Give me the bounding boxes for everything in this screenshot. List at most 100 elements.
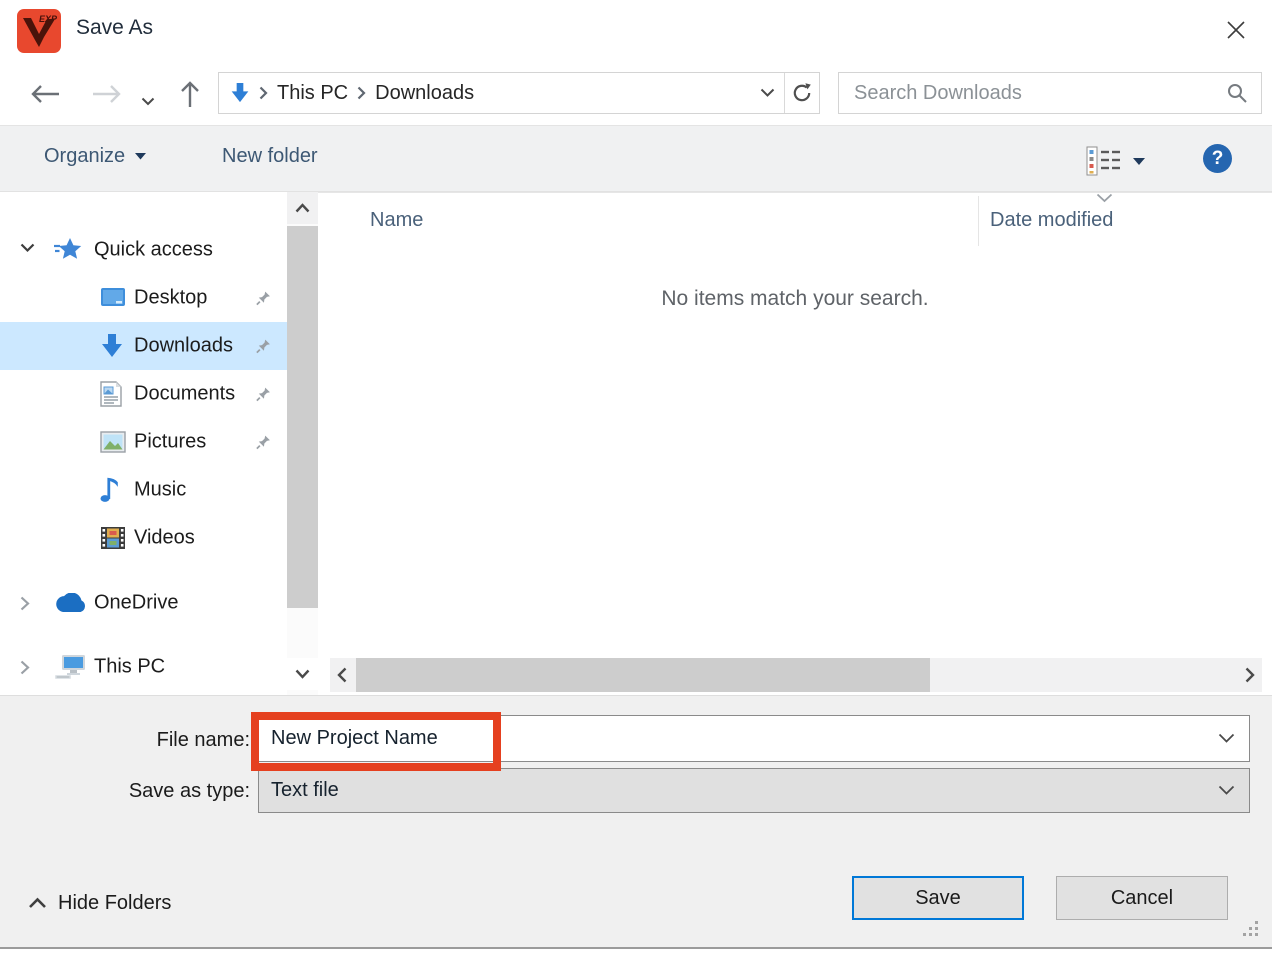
back-button[interactable]	[27, 81, 63, 107]
quick-access-star-icon	[54, 237, 82, 263]
save-form-panel: File name: Save as type: Text file Hide …	[0, 695, 1272, 948]
sidebar-item-this-pc[interactable]: This PC	[0, 643, 287, 691]
chevron-right-icon	[20, 660, 30, 675]
details-view-icon	[1086, 146, 1122, 176]
sidebar-item-label: Videos	[134, 527, 195, 550]
save-as-type-select[interactable]: Text file	[258, 768, 1250, 813]
save-button[interactable]: Save	[852, 876, 1024, 920]
sidebar-item-pictures[interactable]: Pictures	[0, 418, 287, 466]
pin-icon	[256, 339, 271, 354]
column-divider[interactable]	[978, 196, 979, 246]
pin-icon	[256, 435, 271, 450]
resize-grip[interactable]	[1242, 920, 1259, 937]
column-header-date-modified[interactable]: Date modified	[990, 209, 1113, 232]
desktop-icon	[100, 287, 126, 309]
scrollbar-thumb[interactable]	[287, 226, 318, 608]
scroll-right-button[interactable]	[1238, 658, 1262, 692]
change-view-button[interactable]	[1086, 146, 1122, 176]
sidebar-item-desktop[interactable]: Desktop	[0, 274, 287, 322]
downloads-folder-icon	[230, 82, 250, 104]
new-folder-button[interactable]: New folder	[222, 145, 318, 168]
sidebar-item-label: Documents	[134, 383, 235, 406]
chevron-down-icon	[141, 97, 155, 106]
search-input[interactable]	[839, 82, 1226, 105]
view-options-caret[interactable]	[1133, 158, 1145, 166]
file-name-input[interactable]	[259, 727, 1218, 750]
hide-folders-label: Hide Folders	[58, 892, 171, 915]
caret-down-icon	[1133, 158, 1145, 166]
horizontal-scrollbar[interactable]	[330, 658, 1262, 692]
organize-button[interactable]: Organize	[44, 145, 146, 168]
refresh-icon	[791, 82, 813, 104]
window-bottom-edge	[0, 947, 1272, 949]
organize-label: Organize	[44, 145, 125, 168]
scrollbar-thumb[interactable]	[356, 658, 930, 692]
forward-button[interactable]	[89, 81, 125, 107]
sidebar-item-quick-access[interactable]: Quick access	[0, 226, 287, 274]
recent-locations-button[interactable]	[136, 88, 160, 114]
breadcrumb-this-pc[interactable]: This PC	[277, 82, 348, 105]
chevron-down-icon[interactable]	[1218, 733, 1235, 744]
chevron-up-icon	[28, 897, 47, 909]
close-icon	[1224, 18, 1248, 42]
caret-down-icon	[135, 153, 146, 160]
sidebar-item-label: Music	[134, 479, 186, 502]
chevron-left-icon	[337, 667, 347, 683]
save-as-dialog: EXP Save As	[0, 0, 1272, 958]
help-button[interactable]: ?	[1203, 144, 1232, 173]
address-dropdown-button[interactable]	[750, 73, 784, 113]
chevron-up-icon	[295, 203, 310, 213]
up-arrow-icon	[179, 79, 201, 109]
breadcrumb-chevron-icon	[357, 86, 366, 100]
navigation-bar: This PC Downloads	[0, 62, 1272, 125]
scroll-down-button[interactable]	[287, 658, 318, 690]
column-header-name[interactable]: Name	[370, 209, 423, 232]
chevron-right-icon	[1245, 667, 1255, 683]
window-title: Save As	[76, 16, 153, 40]
sidebar-scrollbar[interactable]	[287, 192, 318, 695]
command-bar: Organize New folder	[0, 125, 1272, 192]
sidebar-item-documents[interactable]: Documents	[0, 370, 287, 418]
empty-list-message: No items match your search.	[318, 287, 1272, 311]
this-pc-icon	[54, 654, 86, 680]
search-box	[838, 72, 1262, 114]
cancel-button[interactable]: Cancel	[1056, 876, 1228, 920]
pin-icon	[256, 387, 271, 402]
breadcrumb-downloads[interactable]: Downloads	[375, 82, 474, 105]
onedrive-cloud-icon	[54, 593, 88, 613]
breadcrumb-chevron-icon	[259, 86, 268, 100]
file-name-label: File name:	[0, 729, 250, 752]
scroll-left-button[interactable]	[330, 658, 354, 692]
up-button[interactable]	[172, 81, 208, 107]
downloads-icon	[100, 333, 124, 359]
title-bar: EXP Save As	[0, 0, 1272, 62]
navigation-pane: Quick access Desktop	[0, 192, 287, 695]
scroll-up-button[interactable]	[287, 192, 318, 224]
save-as-type-value: Text file	[259, 779, 1218, 802]
pictures-icon	[100, 431, 126, 453]
music-note-icon	[100, 478, 119, 503]
chevron-down-icon	[295, 669, 310, 679]
refresh-button[interactable]	[785, 73, 819, 113]
hide-folders-button[interactable]: Hide Folders	[28, 887, 171, 919]
chevron-down-icon	[20, 243, 35, 253]
sidebar-item-label: Pictures	[134, 431, 206, 454]
sidebar-item-onedrive[interactable]: OneDrive	[0, 579, 287, 627]
question-mark-icon: ?	[1212, 148, 1224, 170]
file-list-area[interactable]: Name Date modified No items match your s…	[318, 192, 1272, 695]
pin-icon	[256, 291, 271, 306]
sidebar-item-label: Downloads	[134, 335, 233, 358]
sidebar-item-videos[interactable]: Videos	[0, 514, 287, 562]
chevron-right-icon	[20, 596, 30, 611]
close-button[interactable]	[1216, 11, 1256, 49]
search-icon	[1226, 82, 1248, 104]
back-arrow-icon	[29, 83, 61, 105]
documents-icon	[100, 381, 122, 407]
sidebar-item-label: Desktop	[134, 287, 207, 310]
sidebar-item-downloads[interactable]: Downloads	[0, 322, 287, 370]
chevron-down-icon	[1218, 785, 1235, 796]
chevron-down-icon	[760, 88, 775, 98]
sidebar-item-music[interactable]: Music	[0, 466, 287, 514]
address-bar[interactable]: This PC Downloads	[218, 72, 820, 114]
videos-icon	[100, 526, 126, 550]
